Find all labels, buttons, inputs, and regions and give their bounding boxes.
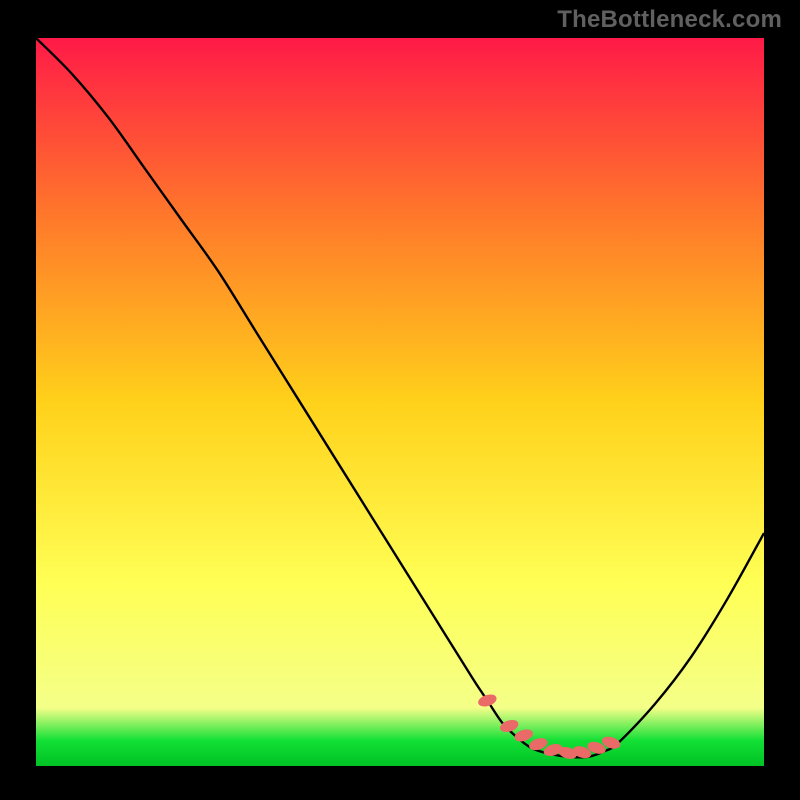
watermark-text: TheBottleneck.com [557,6,782,34]
gradient-background [36,38,764,766]
plot-area [36,38,764,766]
chart-container: TheBottleneck.com [0,0,800,800]
chart-svg [36,38,764,766]
